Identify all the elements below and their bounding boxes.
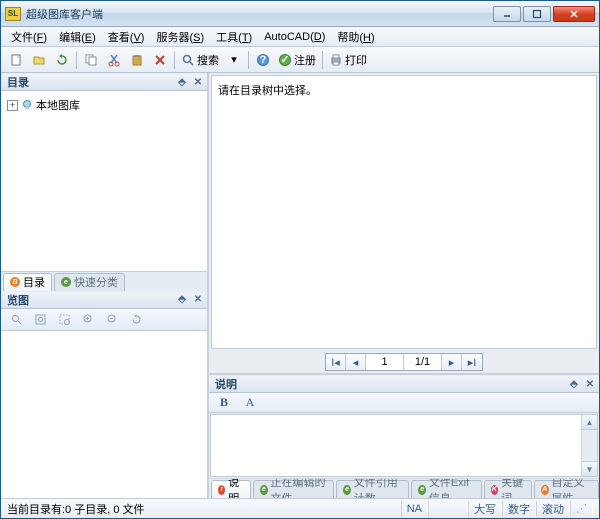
resize-grip-icon[interactable]: ⋰ (570, 501, 593, 517)
tree-node-root[interactable]: + 本地图库 (7, 97, 201, 113)
register-action[interactable]: ✓注册 (275, 52, 319, 68)
zoom-in-icon[interactable] (77, 309, 99, 329)
catalog-tree[interactable]: + 本地图库 (1, 91, 207, 271)
sidebar-tabs: B目录 e快速分类 (1, 271, 207, 291)
edit-badge-icon: e (260, 485, 267, 495)
delete-icon[interactable] (149, 50, 171, 70)
status-bar: 当前目录有:0 子目录, 0 文件 NA 大写 数字 滚动 ⋰ (1, 498, 599, 518)
tree-node-label: 本地图库 (36, 97, 80, 113)
main-area: 请在目录树中选择。 I◂ ◂ 1 1/1 ▸ ▸I 说明 ⬘ ✕ (209, 73, 599, 498)
refresh-preview-icon[interactable] (125, 309, 147, 329)
text-font-icon[interactable]: A (239, 393, 261, 413)
panel-close-icon[interactable]: ✕ (583, 377, 597, 391)
open-icon[interactable] (28, 50, 50, 70)
description-header[interactable]: 说明 ⬘ ✕ (209, 375, 599, 393)
app-logo-icon: SL (5, 7, 21, 21)
left-sidebar: 目录 ⬘ ✕ + 本地图库 B目录 e快速分类 览图 ⬘ ✕ (1, 73, 209, 498)
titlebar[interactable]: SL 超级图库客户端 (1, 1, 599, 27)
page-current[interactable]: 1 (366, 354, 404, 370)
keyword-badge-icon: K (491, 485, 498, 495)
toolbar: 搜索 ▾ ? ✓注册 打印 (1, 47, 599, 73)
zoom-fit-icon[interactable] (5, 309, 27, 329)
minimize-button[interactable] (493, 6, 521, 22)
tab-description[interactable]: i说明 (211, 480, 251, 498)
new-file-icon[interactable] (5, 50, 27, 70)
tab-keyword[interactable]: K关键词 (484, 480, 532, 498)
count-badge-icon: e (343, 485, 350, 495)
paste-icon[interactable] (126, 50, 148, 70)
status-num: 数字 (502, 501, 536, 517)
svg-text:✓: ✓ (280, 54, 289, 66)
tab-catalog[interactable]: B目录 (3, 273, 52, 291)
tab-quick-sort[interactable]: e快速分类 (54, 273, 125, 291)
menu-file[interactable]: 文件(F) (5, 27, 53, 47)
description-text-area[interactable]: ▲ ▼ (210, 414, 598, 477)
scrollbar-vertical[interactable]: ▲ ▼ (581, 415, 597, 476)
description-tabs: i说明 e正在编辑的文件 e文件引用计数 e文件Exif信息 K关键词 A自定义… (209, 478, 599, 498)
scroll-up-icon[interactable]: ▲ (582, 415, 597, 430)
page-last-button[interactable]: ▸I (462, 354, 482, 370)
zoom-out-icon[interactable] (101, 309, 123, 329)
refresh-icon[interactable] (51, 50, 73, 70)
page-first-button[interactable]: I◂ (326, 354, 346, 370)
folder-badge-icon: B (10, 277, 20, 287)
panel-close-icon[interactable]: ✕ (191, 293, 205, 307)
description-panel: 说明 ⬘ ✕ B A ▲ ▼ i说明 e正在编辑的文件 e文 (209, 373, 599, 498)
tab-editing-files[interactable]: e正在编辑的文件 (253, 480, 334, 498)
panel-close-icon[interactable]: ✕ (191, 75, 205, 89)
preview-panel-header[interactable]: 览图 ⬘ ✕ (1, 291, 207, 309)
prompt-text: 请在目录树中选择。 (218, 85, 317, 97)
close-button[interactable] (553, 6, 595, 22)
tab-exif[interactable]: e文件Exif信息 (411, 480, 481, 498)
text-bold-icon[interactable]: B (213, 393, 235, 413)
menu-help[interactable]: 帮助(H) (331, 27, 380, 47)
menubar: 文件(F) 编辑(E) 查看(V) 服务器(S) 工具(T) AutoCAD(D… (1, 27, 599, 47)
cut-icon[interactable] (103, 50, 125, 70)
info-badge-icon: i (218, 485, 225, 495)
zoom-window-icon[interactable] (53, 309, 75, 329)
status-scroll: 滚动 (536, 501, 570, 517)
copy-icon[interactable] (80, 50, 102, 70)
menu-server[interactable]: 服务器(S) (150, 27, 210, 47)
svg-text:?: ? (260, 54, 267, 66)
menu-autocad[interactable]: AutoCAD(D) (258, 29, 331, 45)
sort-badge-icon: e (61, 277, 71, 287)
menu-tool[interactable]: 工具(T) (210, 27, 258, 47)
help-icon[interactable]: ? (252, 50, 274, 70)
pin-icon[interactable]: ⬘ (175, 293, 189, 307)
preview-area (1, 331, 207, 499)
status-na: NA (401, 501, 428, 517)
pager: I◂ ◂ 1 1/1 ▸ ▸I (209, 351, 599, 373)
main-content: 请在目录树中选择。 (211, 75, 597, 349)
catalog-panel-header[interactable]: 目录 ⬘ ✕ (1, 73, 207, 91)
preview-toolbar (1, 309, 207, 331)
print-icon (329, 53, 343, 67)
bulb-icon (21, 99, 33, 111)
description-toolbar: B A (209, 393, 599, 413)
search-action[interactable]: 搜索 (178, 52, 222, 68)
pin-icon[interactable]: ⬘ (567, 377, 581, 391)
status-text: 当前目录有:0 子目录, 0 文件 (7, 501, 145, 517)
tab-ref-count[interactable]: e文件引用计数 (336, 480, 409, 498)
menu-view[interactable]: 查看(V) (102, 27, 151, 47)
tab-custom-attr[interactable]: A自定义属性 (534, 480, 599, 498)
page-prev-button[interactable]: ◂ (346, 354, 366, 370)
search-icon (181, 53, 195, 67)
menu-edit[interactable]: 编辑(E) (53, 27, 102, 47)
search-dropdown[interactable]: ▾ (223, 50, 245, 70)
status-caps: 大写 (468, 501, 502, 517)
exif-badge-icon: e (418, 485, 425, 495)
page-total: 1/1 (404, 354, 442, 370)
scroll-down-icon[interactable]: ▼ (582, 461, 597, 476)
maximize-button[interactable] (523, 6, 551, 22)
page-next-button[interactable]: ▸ (442, 354, 462, 370)
register-icon: ✓ (278, 53, 292, 67)
zoom-extent-icon[interactable] (29, 309, 51, 329)
attr-badge-icon: A (541, 485, 548, 495)
print-action[interactable]: 打印 (326, 52, 370, 68)
tree-expand-icon[interactable]: + (7, 100, 18, 111)
window-title: 超级图库客户端 (26, 6, 493, 22)
app-window: SL 超级图库客户端 文件(F) 编辑(E) 查看(V) 服务器(S) 工具(T… (0, 0, 600, 519)
pin-icon[interactable]: ⬘ (175, 75, 189, 89)
